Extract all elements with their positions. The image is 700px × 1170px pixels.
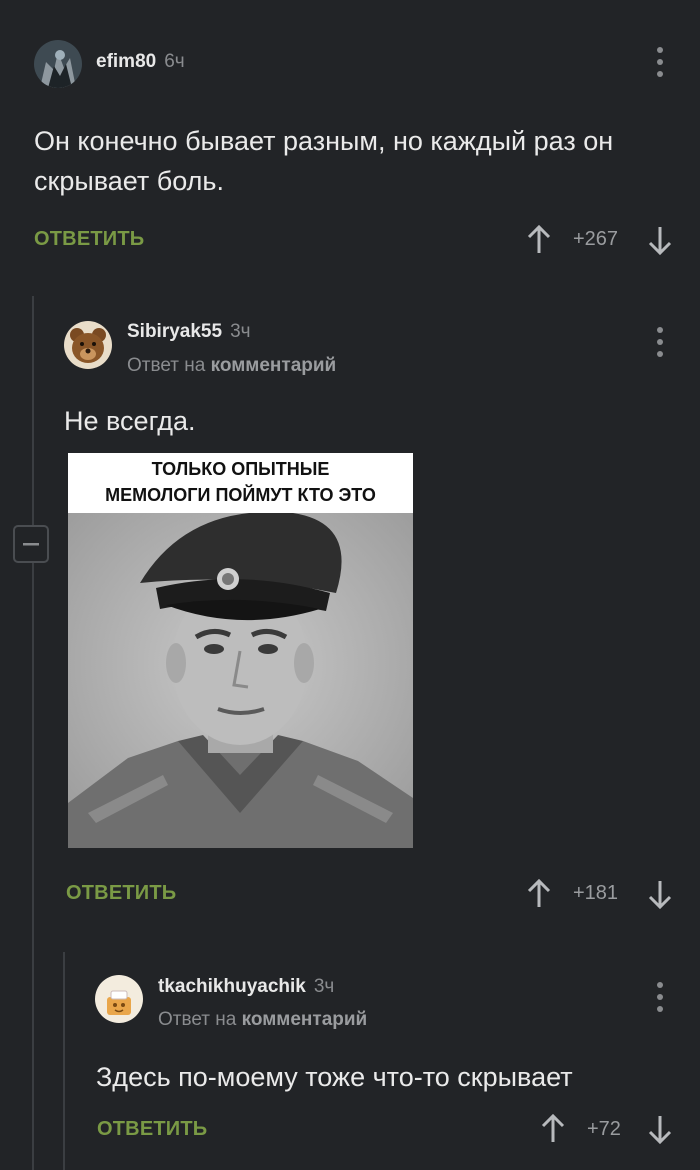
reply-reference: Ответ на комментарий [158,1009,367,1031]
minus-icon [23,543,39,546]
more-vertical-icon[interactable] [654,46,666,78]
comment-text: Здесь по-моему тоже что-то скрывает [96,1062,573,1092]
reply-prefix: Ответ на [158,1009,237,1030]
thread-line-level-2 [63,952,65,1170]
image-caption: ТОЛЬКО ОПЫТНЫЕ МЕМОЛОГИ ПОЙМУТ КТО ЭТО [68,453,413,516]
portrait-photo [68,513,413,848]
timestamp: 6ч [164,51,185,72]
thread-line-level-1 [32,296,34,1170]
more-vertical-icon[interactable] [654,981,666,1013]
arrow-down-icon[interactable] [647,1115,673,1145]
collapse-thread-button[interactable] [13,525,49,563]
arrow-up-icon[interactable] [526,878,552,908]
username[interactable]: tkachikhuyachik [158,976,306,997]
arrow-down-icon[interactable] [647,226,673,256]
avatar[interactable] [95,975,143,1023]
more-vertical-icon[interactable] [654,326,666,358]
avatar[interactable] [64,321,112,369]
timestamp: 3ч [230,321,251,342]
comment-header: Sibiryak55 3ч [127,321,251,343]
arrow-down-icon[interactable] [647,880,673,910]
arrow-up-icon[interactable] [540,1113,566,1143]
comment-text: Не всегда. [64,406,196,436]
comment-image[interactable]: ТОЛЬКО ОПЫТНЫЕ МЕМОЛОГИ ПОЙМУТ КТО ЭТО [68,453,413,848]
timestamp: 3ч [313,976,335,997]
arrow-up-icon[interactable] [526,224,552,254]
reply-button[interactable]: ОТВЕТИТЬ [97,1118,207,1141]
reply-reference: Ответ на комментарий [127,355,336,377]
reply-button[interactable]: ОТВЕТИТЬ [66,882,176,905]
username[interactable]: efim80 [96,51,156,72]
score: +267 [573,228,619,250]
reply-target-link[interactable]: комментарий [242,1009,368,1030]
score: +72 [587,1118,621,1140]
comment-header: efim80 6ч [96,51,185,73]
reply-button[interactable]: ОТВЕТИТЬ [34,228,144,251]
username[interactable]: Sibiryak55 [127,321,222,342]
image-caption-line-1: ТОЛЬКО ОПЫТНЫЕ [151,459,330,479]
comment-text: Он конечно бывает разным, но каждый раз … [34,126,614,196]
reply-prefix: Ответ на [127,355,206,376]
comment-header: tkachikhuyachik 3ч [158,976,334,998]
score: +181 [573,882,619,904]
image-caption-line-2: МЕМОЛОГИ ПОЙМУТ КТО ЭТО [105,485,376,505]
avatar[interactable] [34,40,82,88]
reply-target-link[interactable]: комментарий [211,355,337,376]
